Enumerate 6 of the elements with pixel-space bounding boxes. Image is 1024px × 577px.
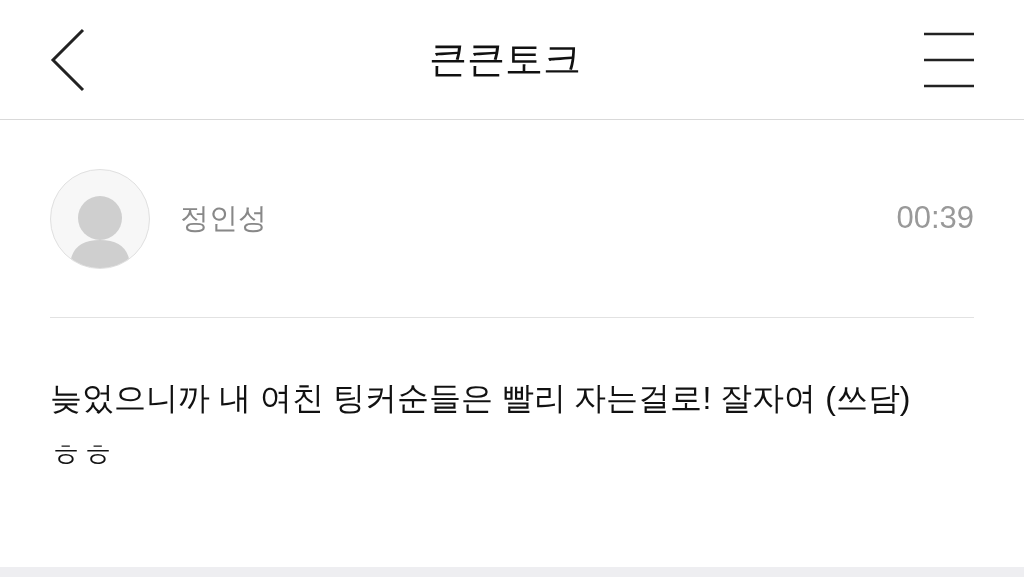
message-text: 늦었으니까 내 여친 팅커순들은 빨리 자는걸로! 잘자여 (쓰담) ㅎㅎ bbox=[50, 379, 912, 475]
author-name: 정인성 bbox=[180, 200, 267, 236]
back-icon[interactable] bbox=[50, 27, 86, 92]
header-title: 큰큰토크 bbox=[429, 37, 581, 82]
post-time: 00:39 bbox=[896, 199, 974, 238]
menu-icon[interactable] bbox=[924, 31, 974, 88]
